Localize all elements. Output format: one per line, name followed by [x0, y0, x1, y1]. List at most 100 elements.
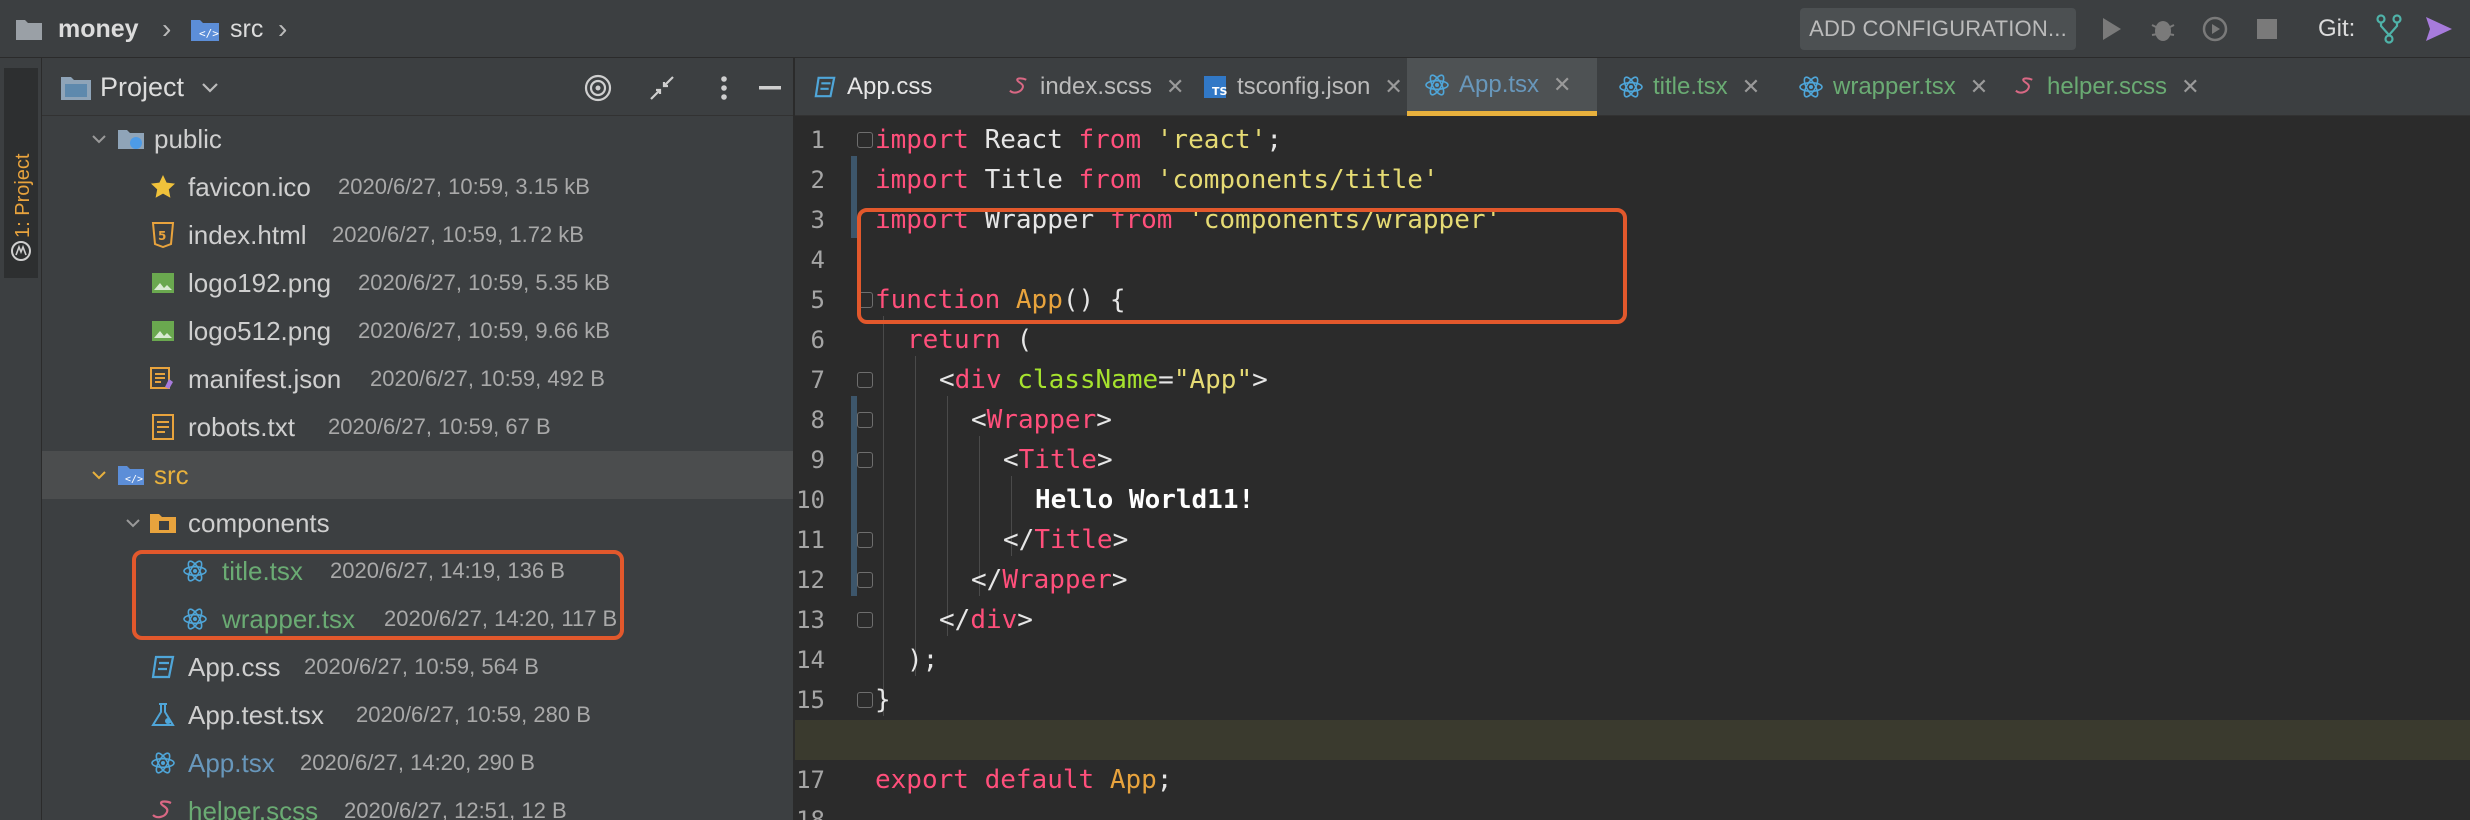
close-icon[interactable]: ✕ — [1384, 74, 1402, 100]
code-token: > — [1111, 565, 1128, 595]
tree-item-name: manifest.json — [188, 363, 342, 394]
tree-item-name: components — [188, 507, 330, 538]
add-configuration-button[interactable]: ADD CONFIGURATION... — [1800, 8, 2076, 50]
code-token: > — [1096, 405, 1112, 435]
tree-row-file[interactable]: logo192.png 2020/6/27, 10:59, 5.35 kB — [42, 259, 793, 307]
project-tool-tab[interactable]: 1: Project — [4, 68, 38, 278]
tree-item-name: App.test.tsx — [188, 699, 324, 730]
code-token: 'components/title' — [1156, 165, 1439, 195]
chevron-down-icon[interactable] — [88, 115, 110, 163]
tree-row-file[interactable]: 5 index.html 2020/6/27, 10:59, 1.72 kB — [42, 211, 793, 259]
code-token: export — [875, 765, 969, 795]
chevron-down-icon[interactable] — [190, 68, 230, 108]
project-panel-title[interactable]: Project — [100, 58, 184, 116]
line-number: 14 — [796, 646, 825, 674]
tree-row-public[interactable]: public — [42, 115, 793, 163]
fold-marker-icon[interactable] — [857, 612, 873, 628]
tab-app-tsx[interactable]: App.tsx ✕ — [1407, 58, 1597, 116]
line-number: 15 — [796, 686, 825, 714]
fold-marker-icon[interactable] — [857, 132, 873, 148]
code-token: < — [1003, 445, 1019, 475]
code-line-6: return ( — [875, 320, 2470, 360]
fold-marker-icon[interactable] — [857, 372, 873, 388]
close-icon[interactable]: ✕ — [1553, 72, 1571, 98]
fold-marker-icon[interactable] — [857, 412, 873, 428]
react-icon — [1797, 73, 1825, 101]
breadcrumb-src[interactable]: src — [230, 0, 263, 58]
git-branch-icon[interactable] — [2370, 10, 2408, 48]
collapse-all-icon[interactable] — [642, 68, 682, 108]
code-line-16 — [795, 720, 2470, 760]
profiler-icon[interactable] — [2196, 10, 2234, 48]
highlight-annotation-files — [132, 550, 624, 640]
code-line-7: <div className="App"> — [875, 360, 2470, 400]
code-token: Title — [1034, 525, 1113, 555]
tree-row-file[interactable]: logo512.png 2020/6/27, 10:59, 9.66 kB — [42, 307, 793, 355]
options-menu-icon[interactable] — [704, 68, 744, 108]
line-number: 12 — [796, 566, 825, 594]
tab-label: index.scss — [1040, 73, 1153, 100]
line-number: 17 — [796, 766, 825, 794]
tree-row-file[interactable]: robots.txt 2020/6/27, 10:59, 67 B — [42, 403, 793, 451]
close-icon[interactable]: ✕ — [1166, 74, 1184, 100]
tree-row-file[interactable]: manifest.json 2020/6/27, 10:59, 492 B — [42, 355, 793, 403]
tree-item-meta: 2020/6/27, 10:59, 3.15 kB — [338, 174, 590, 199]
code-token: </ — [1003, 525, 1035, 555]
code-line-13: </div> — [875, 600, 2470, 640]
tab-index-scss[interactable]: index.scss ✕ — [990, 58, 1184, 116]
tree-row-file[interactable]: App.tsx 2020/6/27, 14:20, 290 B — [42, 739, 793, 787]
chevron-right-icon: › — [162, 13, 172, 44]
code-editor[interactable]: App.css index.scss ✕ TS tsconfig.json ✕ … — [795, 58, 2470, 820]
code-line-1: import React from 'react'; — [875, 120, 2470, 160]
fold-marker-icon[interactable] — [857, 452, 873, 468]
close-icon[interactable]: ✕ — [1970, 74, 1988, 100]
tree-row-file[interactable]: helper.scss 2020/6/27, 12:51, 12 B — [42, 787, 793, 820]
code-token: } — [875, 685, 891, 715]
tree-item-meta: 2020/6/27, 10:59, 5.35 kB — [358, 270, 610, 295]
vcs-change-marker — [851, 396, 857, 596]
tree-item-meta: 2020/6/27, 10:59, 9.66 kB — [358, 318, 610, 343]
typescript-icon: TS — [1201, 73, 1229, 101]
chevron-down-icon[interactable] — [88, 451, 110, 499]
stop-icon[interactable] — [2248, 10, 2286, 48]
debug-icon[interactable] — [2144, 10, 2182, 48]
code-line-10: Hello World11! — [875, 480, 2470, 520]
code-token: < — [971, 405, 987, 435]
code-line-15: } — [875, 680, 2470, 720]
tab-label: App.tsx — [1459, 70, 1540, 98]
image-icon — [148, 307, 178, 355]
close-icon[interactable]: ✕ — [2181, 74, 2199, 100]
git-push-icon[interactable] — [2420, 10, 2458, 48]
code-token: 'react' — [1156, 125, 1267, 155]
tree-row-file[interactable]: favicon.ico 2020/6/27, 10:59, 3.15 kB — [42, 163, 793, 211]
hide-panel-icon[interactable] — [750, 68, 790, 108]
locate-file-icon[interactable] — [578, 68, 618, 108]
line-number: 11 — [796, 526, 825, 554]
tab-wrapper-tsx[interactable]: wrapper.tsx ✕ — [1781, 58, 1991, 116]
breadcrumb-project[interactable]: money — [58, 0, 139, 58]
source-folder-icon: </> — [116, 451, 146, 499]
line-number: 13 — [796, 606, 825, 634]
tree-row-file[interactable]: App.test.tsx 2020/6/27, 10:59, 280 B — [42, 691, 793, 739]
run-icon[interactable] — [2092, 10, 2130, 48]
tab-title-tsx[interactable]: title.tsx ✕ — [1601, 58, 1779, 116]
code-line-17: export default App; — [875, 760, 2470, 800]
tab-app-css[interactable]: App.css — [795, 58, 985, 116]
fold-marker-icon[interactable] — [857, 532, 873, 548]
close-icon[interactable]: ✕ — [1742, 74, 1760, 100]
code-token: </ — [971, 565, 1003, 595]
tree-row-components[interactable]: components — [42, 499, 793, 547]
tab-label: title.tsx — [1653, 73, 1728, 100]
fold-marker-icon[interactable] — [857, 572, 873, 588]
code-token: div — [970, 605, 1018, 635]
tab-tsconfig-json[interactable]: TS tsconfig.json ✕ — [1185, 58, 1403, 116]
tab-helper-scss[interactable]: helper.scss ✕ — [1995, 58, 2215, 116]
chevron-down-icon[interactable] — [122, 499, 144, 547]
tree-row-src[interactable]: </> src — [42, 451, 793, 499]
tab-label: App.css — [847, 73, 933, 100]
sass-icon — [2011, 73, 2039, 101]
fold-marker-icon[interactable] — [857, 692, 873, 708]
tree-row-file[interactable]: App.css 2020/6/27, 10:59, 564 B — [42, 643, 793, 691]
line-number: 3 — [810, 206, 825, 234]
